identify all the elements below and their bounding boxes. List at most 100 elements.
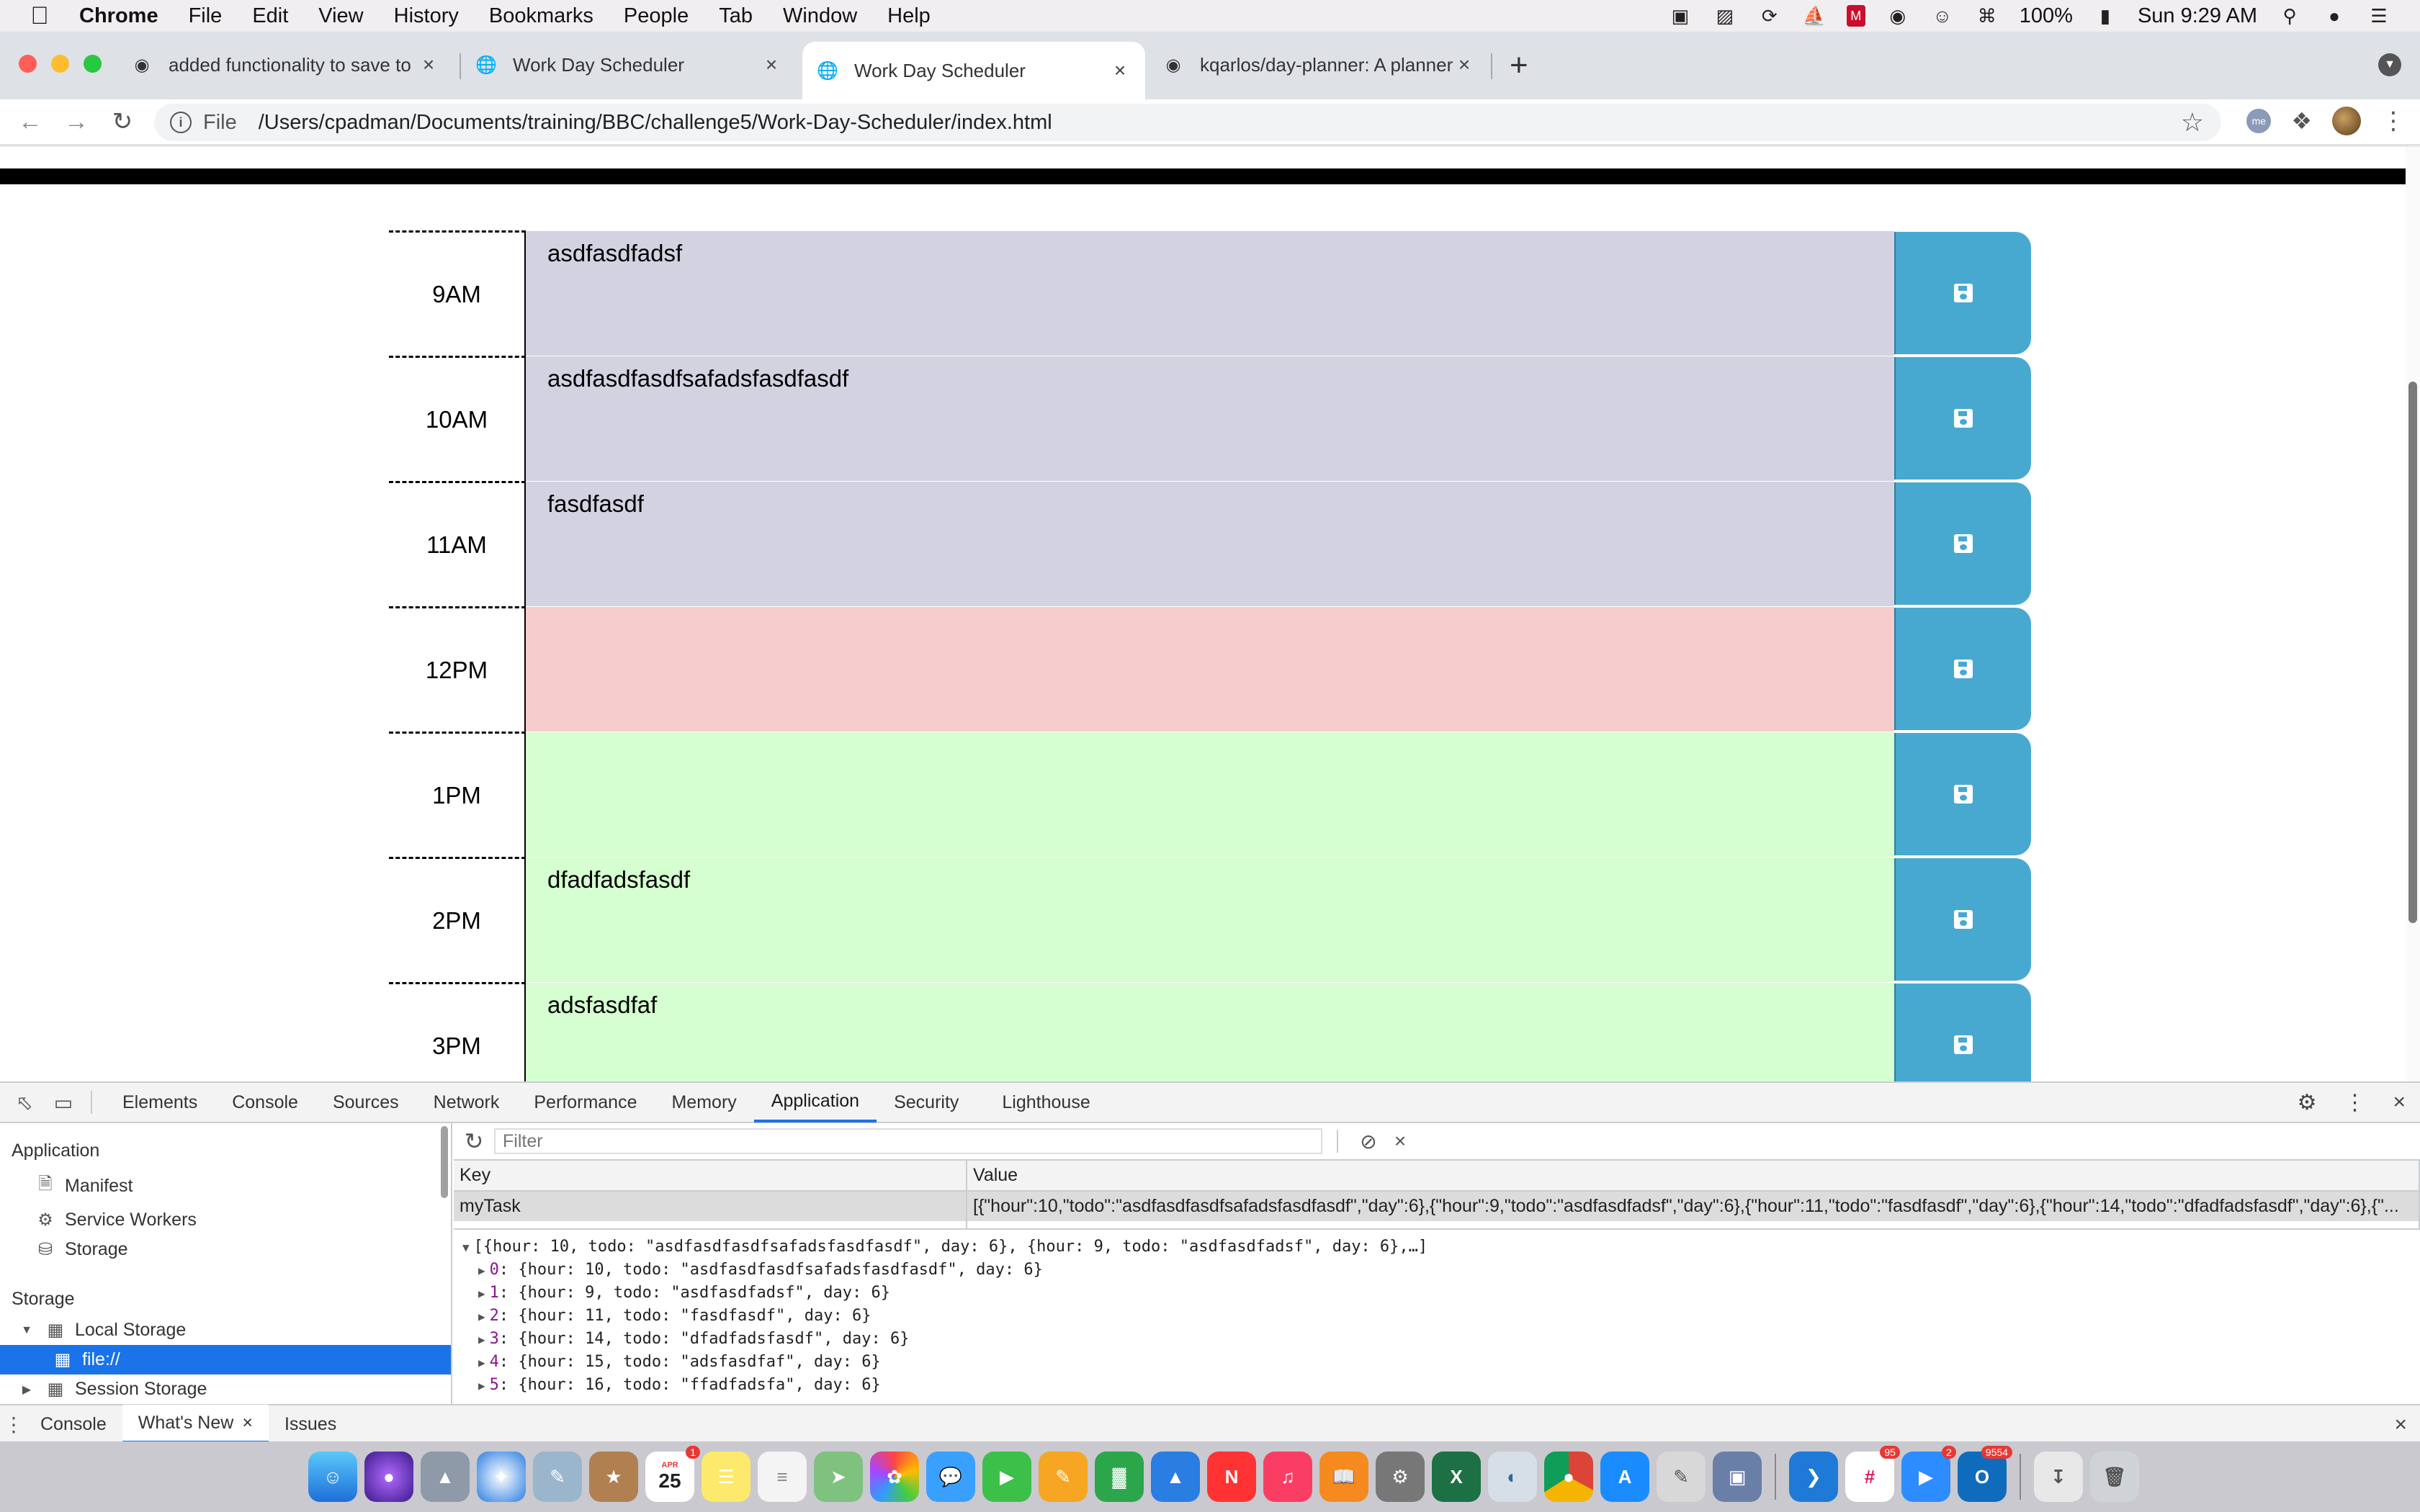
zoom-icon[interactable]: ▶ 2 [1901, 1446, 1956, 1502]
sidebar-item-service-workers[interactable]: ⚙ Service Workers [0, 1205, 451, 1235]
menu-file[interactable]: File [189, 4, 223, 28]
menu-people[interactable]: People [624, 4, 689, 28]
devtools-tab-security[interactable]: Security [877, 1082, 976, 1122]
minimize-window-button[interactable] [51, 55, 69, 73]
forward-arrow-icon[interactable]: → [53, 108, 99, 136]
bookmark-star-icon[interactable]: ☆ [2181, 107, 2204, 138]
drawer-tab-issues[interactable]: Issues [269, 1405, 352, 1444]
browser-tab[interactable]: ◉ added functionality to save to ․ × [117, 42, 454, 88]
devtools-tab-console[interactable]: Console [215, 1082, 315, 1122]
sidebar-item-local-storage-origin[interactable]: ▦ file:// [0, 1345, 451, 1374]
task-description-textarea[interactable]: dfadfadsfasdf [526, 857, 1894, 982]
column-header-value[interactable]: Value [967, 1161, 2420, 1192]
pages-icon[interactable]: ✎ [1039, 1452, 1088, 1502]
system-preferences-icon[interactable]: ⚙ [1376, 1452, 1425, 1502]
back-arrow-icon[interactable]: ← [7, 108, 53, 136]
reload-icon[interactable]: ↻ [99, 107, 145, 136]
collapsed-triangle-icon[interactable]: ▶ [478, 1264, 485, 1277]
menu-window[interactable]: Window [783, 4, 857, 28]
maps-icon[interactable]: ➤ [814, 1452, 863, 1502]
collapsed-triangle-icon[interactable]: ▶ [478, 1310, 485, 1323]
devtools-tab-performance[interactable]: Performance [516, 1082, 654, 1122]
save-button[interactable] [1894, 984, 2031, 1081]
sidebar-item-session-storage[interactable]: ▶ ▦ Session Storage [0, 1374, 451, 1404]
wifi-icon[interactable]: ⌘ [1975, 5, 1999, 27]
preview-icon[interactable]: ✎ [533, 1452, 582, 1502]
notes-icon[interactable]: ☰ [702, 1452, 750, 1502]
column-header-key[interactable]: Key [454, 1161, 967, 1192]
downloads-stack-icon[interactable]: ↧ [2033, 1452, 2083, 1502]
refresh-icon[interactable]: ↻ [454, 1128, 494, 1155]
apple-menu-icon[interactable]:  [0, 2, 79, 30]
news-icon[interactable]: N [1207, 1452, 1256, 1502]
save-button[interactable] [1894, 357, 2031, 480]
menu-help[interactable]: Help [887, 4, 931, 28]
devtools-tab-sources[interactable]: Sources [315, 1082, 416, 1122]
task-description-textarea[interactable] [526, 732, 1894, 857]
drawer-menu-icon[interactable]: ⋮ [3, 1413, 24, 1436]
mcafee-icon[interactable]: M [1846, 5, 1865, 27]
siri-icon[interactable]: ● [2322, 5, 2347, 27]
siri-icon[interactable]: ● [364, 1452, 413, 1502]
table-row[interactable]: myTask [{"hour":10,"todo":"asdfasdfasdfs… [454, 1191, 2420, 1221]
page-scrollbar[interactable] [2406, 147, 2420, 1081]
menu-edit[interactable]: Edit [252, 4, 288, 28]
notification-center-icon[interactable]: ☰ [2367, 5, 2391, 27]
task-description-textarea[interactable]: asdfasdfasdfsafadsfasdfasdf [526, 356, 1894, 481]
preview-item[interactable]: ▶ 2: {hour: 11, todo: "fasdfasdf", day: 6… [462, 1305, 2411, 1328]
tab-search-icon[interactable]: ▼ [2378, 53, 2401, 76]
close-window-button[interactable] [19, 55, 37, 73]
device-toolbar-icon[interactable]: ▭ [49, 1091, 78, 1115]
close-tab-icon[interactable]: × [761, 53, 782, 76]
spotlight-search-icon[interactable]: ⚲ [2277, 5, 2302, 27]
close-tab-icon[interactable]: × [242, 1413, 253, 1434]
extensions-puzzle-icon[interactable]: ❖ [2291, 107, 2312, 135]
drawer-tab-whats-new[interactable]: What's New × [122, 1405, 269, 1444]
sidebar-item-local-storage[interactable]: ▼ ▦ Local Storage [0, 1315, 451, 1345]
collapsed-triangle-icon[interactable]: ▶ [478, 1287, 485, 1300]
filter-input[interactable] [494, 1128, 1322, 1154]
save-button[interactable] [1894, 733, 2031, 855]
close-devtools-icon[interactable]: × [2393, 1090, 2406, 1115]
storage-key-cell[interactable]: myTask [454, 1191, 967, 1221]
menu-app-name[interactable]: Chrome [79, 4, 158, 28]
facetime-icon[interactable]: ▶ [982, 1452, 1031, 1502]
photos-icon[interactable]: ✿ [870, 1452, 919, 1502]
preview-item[interactable]: ▶ 5: {hour: 16, todo: "ffadfadsfa", day: … [462, 1374, 2411, 1397]
books-icon[interactable]: 📖 [1319, 1452, 1368, 1502]
docker-icon[interactable]: ⛵ [1802, 5, 1827, 27]
video-record-icon[interactable]: ▣ [1668, 5, 1693, 27]
preview-item[interactable]: ▶ 4: {hour: 15, todo: "adsfasdfaf", day: … [462, 1351, 2411, 1374]
collapsed-triangle-icon[interactable]: ▶ [478, 1356, 485, 1369]
page-scrollbar-thumb[interactable] [2408, 382, 2417, 923]
accessibility-icon[interactable]: ☺ [1930, 5, 1955, 27]
messages-icon[interactable]: 💬 [926, 1452, 975, 1502]
browser-tab[interactable]: ◉ kqarlos/day-planner: A planner × [1148, 42, 1489, 88]
site-info-icon[interactable]: i [170, 112, 192, 133]
collapsed-triangle-icon[interactable]: ▶ [17, 1382, 36, 1397]
devtools-tab-memory[interactable]: Memory [654, 1082, 753, 1122]
profile-avatar[interactable] [2332, 107, 2361, 135]
keynote-icon[interactable]: ▲ [1151, 1452, 1200, 1502]
menu-view[interactable]: View [318, 4, 363, 28]
finder-icon[interactable]: ☺ [308, 1452, 357, 1502]
virtualbox-icon[interactable]: ▣ [1713, 1452, 1762, 1502]
collapsed-triangle-icon[interactable]: ▶ [478, 1379, 485, 1392]
task-description-textarea[interactable]: adsfasdfaf [526, 982, 1894, 1081]
save-button[interactable] [1894, 608, 2031, 730]
battery-icon[interactable]: ▮ [2093, 5, 2118, 27]
preview-item[interactable]: ▶ 3: {hour: 14, todo: "dfadfadsfasdf", da… [462, 1328, 2411, 1351]
launchpad-icon[interactable]: ▲ [421, 1452, 470, 1502]
save-button[interactable] [1894, 858, 2031, 981]
vpn-icon[interactable]: ◉ [1886, 5, 1910, 27]
contacts-icon[interactable]: ★ [589, 1452, 638, 1502]
preview-item[interactable]: ▶ 1: {hour: 9, todo: "asdfasdfadsf", day:… [462, 1282, 2411, 1305]
drawer-tab-console[interactable]: Console [24, 1405, 122, 1444]
delete-selected-icon[interactable]: × [1384, 1130, 1416, 1153]
address-bar[interactable]: i File /Users/cpadman/Documents/training… [154, 104, 2221, 141]
settings-gear-icon[interactable]: ⚙ [2298, 1090, 2317, 1115]
sidebar-scrollbar[interactable] [441, 1126, 448, 1198]
task-description-textarea[interactable]: asdfasdfadsf [526, 230, 1894, 356]
edge-like-icon[interactable]: ◐ [1488, 1452, 1537, 1502]
save-button[interactable] [1894, 482, 2031, 605]
